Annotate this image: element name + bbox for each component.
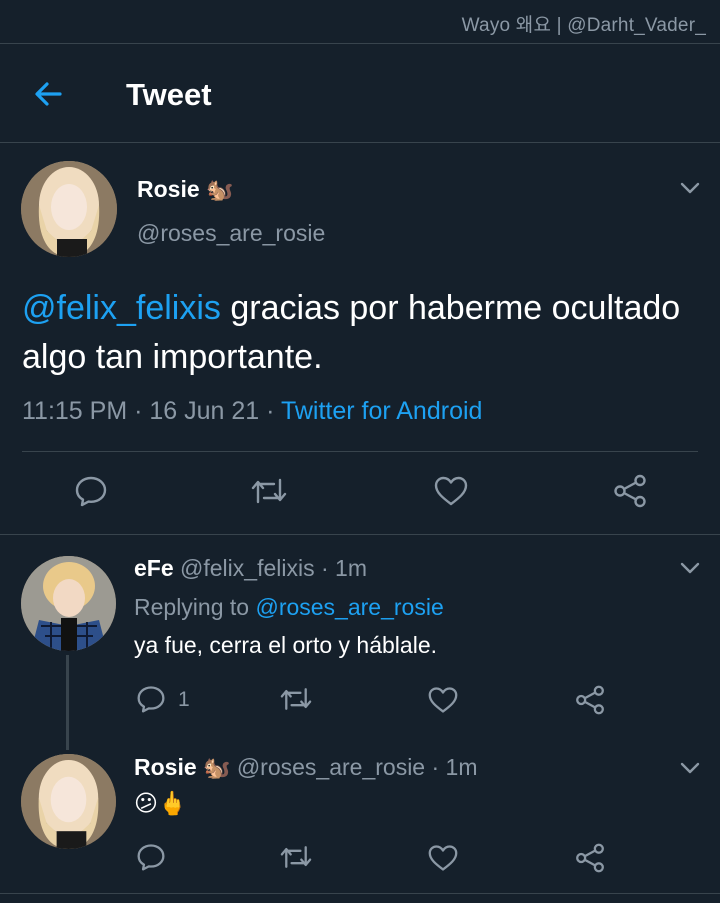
reply-handle-time: @roses_are_rosie · 1m (230, 754, 478, 780)
tweet-timestamp: 11:15 PM · 16 Jun 21 · (22, 397, 281, 425)
replying-prefix: Replying to (134, 594, 256, 620)
author-name-text: Rosie (137, 176, 200, 202)
actions-divider (0, 534, 720, 535)
reply-button[interactable] (136, 684, 166, 714)
reply-author[interactable]: Rosie 🐿️ @roses_are_rosie · 1m (134, 754, 478, 781)
chevron-down-icon (680, 182, 700, 194)
source-link[interactable]: Twitter for Android (281, 397, 482, 425)
watermark: Wayo 왜요 | @Darht_Vader_ (461, 15, 706, 36)
share-icon (614, 474, 646, 508)
reply-count: 1 (178, 688, 190, 711)
comment-icon (137, 844, 165, 871)
reply-author-name: Rosie (134, 754, 197, 780)
retweet-button[interactable] (250, 474, 288, 508)
reply-author-name: eFe (134, 555, 174, 581)
meta-divider (22, 451, 698, 452)
like-button[interactable] (427, 685, 459, 715)
share-icon (576, 685, 604, 715)
squirrel-emoji: 🐿️ (203, 755, 231, 780)
reply-menu-button[interactable] (678, 556, 702, 580)
retweet-icon (251, 478, 287, 504)
reply-text: ya fue, cerra el orto y háblale. (134, 632, 437, 658)
header-divider (0, 142, 720, 143)
arrow-left-icon (35, 82, 62, 106)
retweet-icon (280, 688, 312, 710)
reply-button[interactable] (74, 474, 108, 508)
squirrel-emoji: 🐿️ (206, 177, 234, 202)
heart-icon (428, 845, 458, 871)
avatar[interactable] (21, 556, 116, 651)
like-button[interactable] (433, 474, 469, 508)
share-icon (576, 843, 604, 873)
reply-author[interactable]: eFe @felix_felixis · 1m (134, 555, 367, 582)
comment-icon (137, 686, 165, 713)
reply-button[interactable] (136, 842, 166, 872)
replying-to: Replying to @roses_are_rosie (134, 594, 444, 621)
tweet-meta: 11:15 PM · 16 Jun 21 · Twitter for Andro… (22, 397, 482, 426)
author-handle[interactable]: @roses_are_rosie (137, 220, 325, 247)
retweet-button[interactable] (279, 842, 313, 872)
chevron-down-icon (680, 762, 700, 774)
replying-handle-link[interactable]: @roses_are_rosie (255, 594, 443, 620)
heart-icon (428, 687, 458, 713)
chevron-down-icon (680, 562, 700, 574)
reply-emoji-text: 😕🖕 (134, 790, 187, 816)
avatar[interactable] (21, 161, 117, 257)
like-button[interactable] (427, 843, 459, 873)
header: Tweet (0, 44, 720, 142)
thread-line (66, 655, 69, 750)
page-title: Tweet (126, 77, 212, 112)
retweet-button[interactable] (279, 684, 313, 714)
tweet-text: @felix_felixis gracias por haberme ocult… (22, 284, 692, 382)
bottom-divider (0, 893, 720, 894)
share-button[interactable] (612, 474, 648, 508)
avatar[interactable] (21, 754, 116, 849)
share-button[interactable] (574, 843, 606, 873)
mention-link[interactable]: @felix_felixis (22, 289, 221, 327)
reply-handle-time: @felix_felixis · 1m (173, 555, 367, 581)
author-name[interactable]: Rosie 🐿️ (137, 176, 233, 203)
reply-menu-button[interactable] (678, 756, 702, 780)
heart-icon (434, 476, 468, 506)
comment-icon (75, 476, 107, 507)
retweet-icon (280, 846, 312, 868)
back-button[interactable] (30, 76, 66, 112)
tweet-menu-button[interactable] (678, 176, 702, 200)
share-button[interactable] (574, 685, 606, 715)
